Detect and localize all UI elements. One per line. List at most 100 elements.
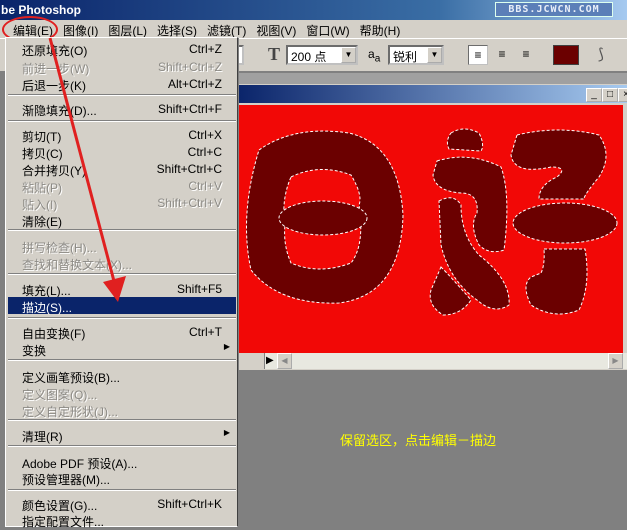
font-size-value: 200 点: [291, 50, 327, 64]
menu-item[interactable]: 颜色设置(G)... Shift+Ctrl+K: [8, 495, 236, 513]
menu-separator: [8, 120, 236, 122]
menu-help[interactable]: 帮助(H): [355, 20, 406, 38]
app-title-bar: be Photoshop BBS.JCWCN.COM: [0, 0, 627, 20]
submenu-arrow-icon: ▶: [223, 342, 230, 351]
menu-separator: [8, 359, 236, 361]
menu-item-label: 自由变换(F): [22, 327, 86, 341]
minimize-button[interactable]: _: [586, 88, 602, 102]
menu-item-label: 拷贝(C): [22, 147, 63, 161]
submenu-arrow-icon: ▶: [223, 428, 230, 437]
antialias-value: 锐利: [393, 50, 418, 64]
menu-item-label: 合并拷贝(Y): [22, 164, 86, 178]
menu-item-shortcut: Shift+Ctrl+Z: [157, 60, 222, 74]
menu-separator: [8, 273, 236, 275]
maximize-button[interactable]: □: [602, 88, 618, 102]
menu-separator: [8, 94, 236, 96]
edit-menu-dropdown: 还原填充(O) Ctrl+Z 前进一步(W) Shift+Ctrl+Z 后退一步(K) A…: [5, 37, 238, 529]
glyph-hao-zi-bar: [512, 202, 618, 244]
menu-item[interactable]: 拼写检查(H)...: [8, 237, 236, 255]
text-selection-art: [246, 128, 618, 316]
menu-item-label: 指定配置文件...: [22, 515, 105, 529]
menu-image[interactable]: 图像(I): [58, 20, 103, 38]
antialias-select[interactable]: 锐利 ▼: [388, 45, 444, 65]
status-area: [237, 353, 265, 369]
menu-item-label: 剪切(T): [22, 130, 62, 144]
menu-item-shortcut: Ctrl+T: [189, 325, 222, 339]
glyph-ri-bar: [278, 200, 368, 236]
menu-item-shortcut: Ctrl+Z: [189, 42, 222, 56]
menu-filter[interactable]: 滤镜(T): [202, 20, 251, 38]
menu-item[interactable]: 定义画笔预设(B)...: [8, 367, 236, 385]
menu-separator: [8, 445, 236, 447]
menu-separator: [8, 489, 236, 491]
menu-item-label: 还原填充(O): [22, 44, 88, 58]
menu-window[interactable]: 窗口(W): [301, 20, 354, 38]
menu-item[interactable]: 清除(E): [8, 211, 236, 229]
menu-item-shortcut: Shift+Ctrl+C: [156, 162, 222, 176]
menu-item[interactable]: 指定配置文件...: [8, 511, 236, 529]
menu-item[interactable]: 清理(R) ▶: [8, 426, 236, 444]
menu-item-label: 清理(R): [22, 430, 63, 444]
menu-bar: 编辑(E) 图像(I) 图层(L) 选择(S) 滤镜(T) 视图(V) 窗口(W…: [0, 16, 627, 43]
align-right-button[interactable]: ≡: [516, 45, 536, 65]
menu-item-shortcut: Ctrl+C: [187, 145, 222, 159]
menu-item-label: 定义画笔预设(B)...: [22, 371, 120, 385]
menu-item[interactable]: 定义图案(Q)...: [8, 384, 236, 402]
menu-item-shortcut: Shift+F5: [176, 282, 222, 296]
menu-item[interactable]: 剪切(T) Ctrl+X: [8, 126, 236, 144]
play-arrow-icon[interactable]: ▶: [266, 355, 274, 366]
menu-item-shortcut: Ctrl+X: [188, 128, 222, 142]
menu-view[interactable]: 视图(V): [251, 20, 301, 38]
horizontal-scrollbar[interactable]: ▶ ◀ ▶: [237, 353, 627, 369]
menu-item[interactable]: 预设管理器(M)...: [8, 469, 236, 487]
menu-separator: [8, 317, 236, 319]
caption: 保留选区，点击编辑－描边: [340, 433, 497, 448]
menu-item[interactable]: 后退一步(K) Alt+Ctrl+Z: [8, 75, 236, 93]
menu-item-label: 变换: [22, 344, 47, 358]
document-window: _ □ × ▶ ◀ ▶: [237, 84, 627, 370]
menu-item-label: 预设管理器(M)...: [22, 473, 110, 487]
menu-item-label: 填充(L)...: [22, 284, 71, 298]
menu-item-shortcut: Shift+Ctrl+F: [157, 102, 222, 116]
app-title: be Photoshop: [1, 3, 81, 17]
menu-item-label: 定义自定形状(J)...: [22, 405, 118, 419]
menu-item-label: 清除(E): [22, 215, 62, 229]
glyph-hao-zi-top: [510, 129, 607, 200]
antialias-icon: aa: [368, 47, 381, 65]
menu-item[interactable]: 拷贝(C) Ctrl+C: [8, 143, 236, 161]
close-button[interactable]: ×: [618, 88, 627, 102]
scroll-left-button[interactable]: ◀: [277, 353, 292, 369]
scroll-right-button[interactable]: ▶: [608, 353, 623, 369]
watermark: BBS.JCWCN.COM: [495, 2, 613, 17]
menu-item[interactable]: 查找和替换文本(X)...: [8, 254, 236, 272]
menu-item-shortcut: Shift+Ctrl+V: [157, 196, 222, 210]
glyph-hao-zi-hook: [525, 248, 588, 315]
menu-layer[interactable]: 图层(L): [103, 20, 152, 38]
menu-item[interactable]: 自由变换(F) Ctrl+T: [8, 323, 236, 341]
menu-item[interactable]: Adobe PDF 预设(A)...: [8, 453, 236, 471]
menu-item[interactable]: 还原填充(O) Ctrl+Z: [8, 40, 236, 58]
chevron-down-icon: ▼: [427, 47, 442, 63]
align-center-button[interactable]: ≡: [492, 45, 512, 65]
menu-edit[interactable]: 编辑(E): [2, 16, 58, 43]
menu-select[interactable]: 选择(S): [152, 20, 202, 38]
menu-item[interactable]: 贴入(I) Shift+Ctrl+V: [8, 194, 236, 212]
menu-item-label: 拼写检查(H)...: [22, 241, 97, 255]
chevron-down-icon: ▼: [341, 47, 356, 63]
menu-item-shortcut: Alt+Ctrl+Z: [167, 77, 222, 91]
font-size-select[interactable]: 200 点 ▼: [286, 45, 358, 65]
menu-item[interactable]: 变换 ▶: [8, 340, 236, 358]
menu-item-shortcut: Shift+Ctrl+K: [157, 497, 222, 511]
text-color-swatch[interactable]: [553, 45, 579, 65]
menu-item[interactable]: 合并拷贝(Y) Shift+Ctrl+C: [8, 160, 236, 178]
menu-item[interactable]: 填充(L)... Shift+F5: [8, 280, 236, 298]
align-left-button[interactable]: ≡: [468, 45, 488, 65]
menu-item[interactable]: 粘贴(P) Ctrl+V: [8, 177, 236, 195]
warp-text-icon[interactable]: ⟆: [598, 45, 604, 63]
menu-item[interactable]: 描边(S)...: [8, 297, 236, 315]
menu-item[interactable]: 渐隐填充(D)... Shift+Ctrl+F: [8, 100, 236, 118]
menu-item[interactable]: 前进一步(W) Shift+Ctrl+Z: [8, 58, 236, 76]
menu-item-label: 贴入(I): [22, 198, 58, 212]
menu-item[interactable]: 定义自定形状(J)...: [8, 401, 236, 419]
canvas[interactable]: [239, 105, 623, 353]
